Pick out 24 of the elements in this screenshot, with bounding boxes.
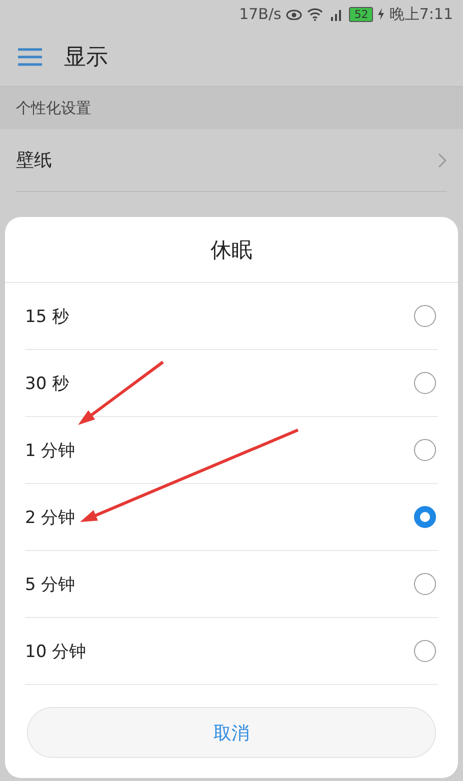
- battery-level: 52: [349, 6, 374, 22]
- wifi-icon: [307, 8, 324, 20]
- chevron-right-icon: [438, 152, 447, 168]
- radio-button[interactable]: [414, 506, 436, 528]
- network-speed: 17B/s: [239, 5, 282, 23]
- radio-button[interactable]: [414, 305, 436, 327]
- settings-item[interactable]: 壁纸: [16, 148, 52, 172]
- option-label[interactable]: 5 分钟: [25, 572, 76, 596]
- radio-button[interactable]: [414, 372, 436, 394]
- option-label[interactable]: 10 分钟: [25, 640, 86, 662]
- option-label[interactable]: 1 分钟: [25, 438, 76, 462]
- option-label[interactable]: 30 秒: [25, 372, 70, 394]
- page-title: 显示: [64, 44, 108, 72]
- radio-button[interactable]: [414, 640, 436, 662]
- option-label[interactable]: 2 分钟: [25, 506, 76, 528]
- menu-icon[interactable]: [18, 48, 42, 66]
- radio-button[interactable]: [414, 439, 436, 461]
- charging-icon: [378, 8, 384, 20]
- section-title: 个性化设置: [16, 98, 91, 118]
- radio-button[interactable]: [414, 573, 436, 595]
- option-label[interactable]: 15 秒: [25, 304, 70, 328]
- eye-icon: [286, 8, 302, 20]
- clock: 晚上7:11: [389, 4, 453, 24]
- dialog-title: 休眠: [210, 236, 252, 264]
